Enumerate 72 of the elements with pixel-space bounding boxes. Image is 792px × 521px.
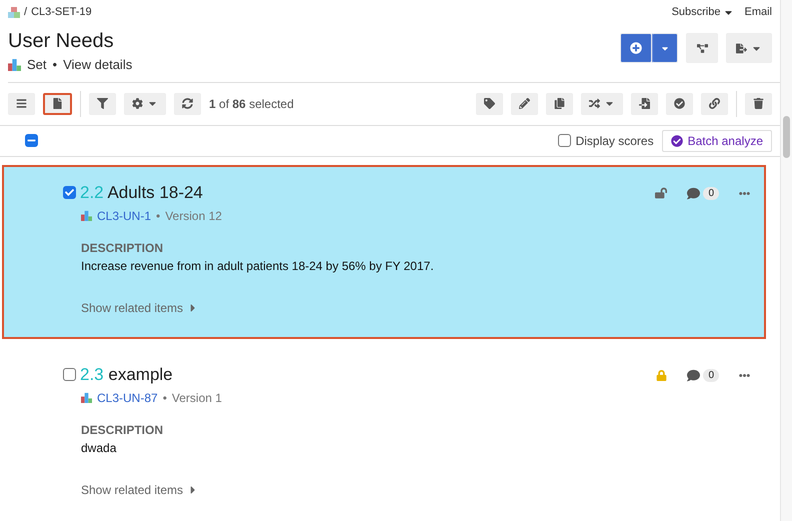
display-scores-checkbox[interactable]: [558, 134, 571, 148]
filter-icon: [97, 98, 108, 110]
version-label: Version 1: [172, 390, 222, 405]
view-details-link[interactable]: View details: [63, 57, 132, 72]
copy-icon: [554, 98, 565, 110]
document-icon: [52, 98, 63, 110]
bar-chart-icon: [8, 58, 21, 71]
pencil-icon: [519, 98, 530, 110]
diagram-icon: [696, 42, 708, 54]
refresh-icon: [182, 98, 193, 110]
check-icon: [65, 188, 74, 198]
export-button[interactable]: [726, 33, 772, 63]
link-icon: [709, 98, 720, 110]
list-view-button[interactable]: [8, 92, 35, 115]
filter-button[interactable]: [89, 92, 116, 115]
dot-separator: •: [156, 208, 160, 223]
show-related-link[interactable]: Show related items: [81, 482, 184, 497]
show-related-link[interactable]: Show related items: [81, 300, 184, 315]
header-link[interactable]: Subscribe: [672, 6, 720, 18]
description-text: Increase revenue from in adult patients 18-24 by 56% by FY 2017.: [81, 258, 435, 273]
refresh-button[interactable]: [174, 92, 201, 115]
plus-icon: [630, 41, 642, 55]
unlock-icon[interactable]: [655, 187, 668, 200]
breadcrumb-link[interactable]: CL3-SET-19: [31, 6, 92, 18]
hierarchy-icon: [8, 6, 20, 18]
comment-icon[interactable]: [687, 368, 700, 382]
selection-count: 1 of 86 selected: [209, 96, 294, 111]
batch-analyze-button[interactable]: Batch analyze: [662, 130, 772, 152]
gear-icon: [132, 98, 143, 110]
shuffle-icon: [589, 98, 600, 110]
item-title: 2.3 example: [80, 364, 173, 385]
item-id-link[interactable]: CL3-UN-1: [97, 208, 152, 223]
menu-icon: [16, 98, 27, 110]
description-text: dwada: [81, 440, 118, 455]
item-title: 2.2 Adults 18-24: [80, 182, 203, 203]
set-type-label: Set: [27, 57, 47, 72]
display-scores-label: Display scores: [576, 134, 654, 148]
item-checkbox[interactable]: [63, 368, 76, 382]
item-checkbox[interactable]: [63, 186, 76, 200]
select-all-checkbox[interactable]: [25, 134, 38, 148]
breadcrumb-separator: /: [24, 6, 28, 18]
tag-button[interactable]: [476, 92, 503, 115]
edit-button[interactable]: [511, 92, 538, 115]
link-button[interactable]: [701, 92, 728, 115]
file-import-icon: [639, 98, 650, 110]
bar-chart-icon: [81, 392, 92, 404]
page-title: User Needs: [8, 30, 115, 53]
comment-count: 0: [703, 186, 719, 200]
version-label: Version 12: [165, 208, 222, 223]
file-export-icon: [736, 42, 747, 54]
scrollbar-thumb[interactable]: [783, 116, 790, 158]
description-label: DESCRIPTION: [81, 422, 164, 437]
item-id-link[interactable]: CL3-UN-87: [97, 390, 158, 405]
trash-icon: [753, 98, 764, 110]
settings-button[interactable]: [124, 92, 166, 115]
comment-icon[interactable]: [687, 186, 700, 200]
description-label: DESCRIPTION: [81, 240, 164, 255]
comment-count: 0: [703, 368, 719, 382]
delete-button[interactable]: [745, 92, 772, 115]
add-dropdown-button[interactable]: [652, 33, 678, 63]
import-button[interactable]: [631, 92, 658, 115]
dot-separator: •: [52, 57, 58, 72]
relationship-button[interactable]: [686, 33, 718, 63]
shuffle-button[interactable]: [581, 92, 623, 115]
document-view-button[interactable]: [43, 92, 72, 115]
bar-chart-icon: [81, 210, 92, 222]
tag-icon: [484, 98, 495, 110]
dot-separator: •: [162, 390, 167, 405]
approve-button[interactable]: [666, 92, 693, 115]
header-link[interactable]: Email: [744, 6, 772, 18]
add-button[interactable]: [620, 33, 652, 63]
copy-button[interactable]: [546, 92, 573, 115]
